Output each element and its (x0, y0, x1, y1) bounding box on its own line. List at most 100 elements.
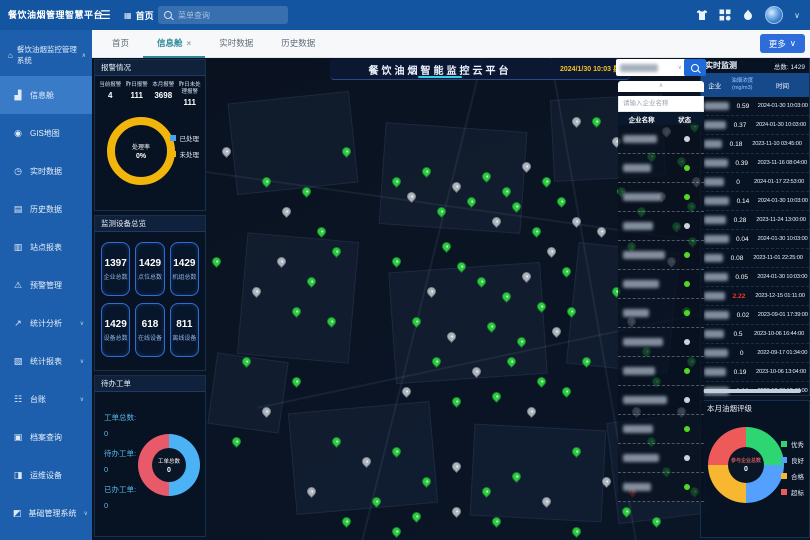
device-card: 811离线设备 (170, 303, 199, 357)
sidebar-item-label: 站点报表 (30, 242, 62, 253)
menu-search[interactable] (158, 6, 288, 24)
company-name-input[interactable] (618, 96, 704, 112)
chevron-down-icon[interactable]: ∨ (794, 11, 800, 20)
table-row[interactable]: 0.082023-11-01 22:25:00 (701, 249, 809, 268)
realtime-panel: 实时监测 总数: 1429 企业 油烟浓度(mg/m3) 时间 0.592024… (700, 57, 810, 396)
company-select[interactable]: ∨ (616, 59, 686, 76)
table-row[interactable]: 0.282023-11-24 13:00:00 (701, 211, 809, 230)
map-pin[interactable] (525, 405, 538, 418)
sidebar-item-stat-analysis[interactable]: ↗统计分析∨ (0, 304, 92, 342)
table-row[interactable]: 0.142024-01-30 10:03:00 (701, 192, 809, 211)
map-pin[interactable] (560, 265, 573, 278)
avatar[interactable] (765, 6, 783, 24)
map-pin[interactable] (340, 515, 353, 528)
company-row[interactable] (618, 212, 704, 241)
alarm-stat-value: 3698 (150, 91, 177, 100)
table-row[interactable]: 0.022023-09-01 17:39:00 (701, 306, 809, 325)
company-row[interactable] (618, 299, 704, 328)
shirt-icon[interactable] (696, 9, 708, 21)
map-pin[interactable] (490, 390, 503, 403)
sidebar-item-info[interactable]: ▟信息舱 (0, 76, 92, 114)
sidebar-item-alert-manage[interactable]: ⚠预警管理 (0, 266, 92, 304)
map-pin[interactable] (210, 255, 223, 268)
table-row[interactable]: 0.52023-10-06 16:44:00 (701, 325, 809, 344)
map-pin[interactable] (280, 205, 293, 218)
company-row[interactable] (618, 154, 704, 183)
map-pin[interactable] (230, 435, 243, 448)
sidebar-item-archive[interactable]: ▣档案查询 (0, 418, 92, 456)
map-pin[interactable] (390, 525, 403, 538)
tab-history[interactable]: 历史数据 (267, 30, 329, 56)
tab-info[interactable]: 信息舱× (143, 30, 205, 58)
table-row[interactable]: 0.182023-11-10 03:45:00 (701, 135, 809, 154)
collapse-handle[interactable]: ∧ (618, 81, 704, 92)
map-pin[interactable] (545, 245, 558, 258)
company-row[interactable] (618, 270, 704, 299)
map-pin[interactable] (535, 375, 548, 388)
device-card-label: 机组总数 (172, 272, 196, 281)
tab-realtime[interactable]: 实时数据 (205, 30, 267, 56)
company-row[interactable] (618, 328, 704, 357)
map-pin[interactable] (540, 175, 553, 188)
map-pin[interactable] (440, 240, 453, 253)
map-pin[interactable] (555, 195, 568, 208)
map-pin[interactable] (220, 145, 233, 158)
map-pin[interactable] (560, 385, 573, 398)
company-row[interactable] (618, 415, 704, 444)
table-row[interactable]: 02022-09-17 01:34:00 (701, 344, 809, 363)
company-row[interactable] (618, 125, 704, 154)
table-row[interactable]: 0.372024-01-30 10:03:00 (701, 116, 809, 135)
map-pin[interactable] (450, 395, 463, 408)
sidebar-item-history[interactable]: ▤历史数据 (0, 190, 92, 228)
close-icon[interactable]: × (187, 39, 192, 48)
horizontal-scrollbar[interactable] (703, 389, 801, 393)
map-pin[interactable] (390, 255, 403, 268)
map-pin[interactable] (570, 525, 583, 538)
sidebar-item-realtime[interactable]: ◷实时数据 (0, 152, 92, 190)
topbar-actions: ∨ (696, 0, 800, 30)
company-row[interactable] (618, 183, 704, 212)
apps-icon[interactable] (719, 9, 731, 21)
sidebar-item-stat-report[interactable]: ▧统计报表∨ (0, 342, 92, 380)
sidebar-system-header[interactable]: ⌂ 餐饮油烟监控管理系统 ∧ (0, 30, 92, 76)
map-pin[interactable] (530, 225, 543, 238)
table-row[interactable]: 0.592024-01-30 10:03:00 (701, 97, 809, 116)
sidebar-item-ops-device[interactable]: ◨运维设备 (0, 456, 92, 494)
map-pin[interactable] (410, 510, 423, 523)
menu-toggle-icon[interactable]: ☰ (100, 0, 111, 30)
company-row[interactable] (618, 473, 704, 502)
table-row[interactable]: 0.052024-01-30 10:03:00 (701, 268, 809, 287)
app-title: 餐饮油烟管理智慧平台 (8, 0, 103, 30)
map-pin[interactable] (550, 325, 563, 338)
table-row[interactable]: 0.042024-01-30 10:03:00 (701, 230, 809, 249)
table-row[interactable]: 2.222023-12-15 01:11:00 (701, 287, 809, 306)
company-row[interactable] (618, 241, 704, 270)
sidebar-item-ledger[interactable]: ☷台账∨ (0, 380, 92, 418)
map-pin[interactable] (400, 385, 413, 398)
table-row[interactable]: 02024-01-17 22:53:00 (701, 173, 809, 192)
menu-search-input[interactable] (176, 10, 270, 21)
company-search-button[interactable] (684, 59, 706, 76)
company-row[interactable] (618, 357, 704, 386)
company-row[interactable] (618, 444, 704, 473)
rating-panel: 本月油烟评级 参与企业总数 0 优秀良好合格超标 (700, 400, 810, 538)
sidebar-item-site-report[interactable]: ▥ 站点报表 (0, 228, 92, 266)
sidebar-item-gis[interactable]: ◉GIS地图 (0, 114, 92, 152)
home-icon: ⌂ (8, 51, 13, 60)
breadcrumb-home[interactable]: ▦ 首页 (124, 0, 154, 30)
map-pin[interactable] (315, 225, 328, 238)
sidebar-item-base-system[interactable]: ◩基础管理系统∨ (0, 494, 92, 532)
map-pin[interactable] (450, 505, 463, 518)
more-button[interactable]: 更多 ∨ (760, 34, 805, 53)
flame-icon[interactable] (742, 9, 754, 21)
company-row[interactable] (618, 386, 704, 415)
table-row[interactable]: 0.392023-11-16 08:04:00 (701, 154, 809, 173)
more-button-label: 更多 (769, 38, 786, 50)
map-pin[interactable] (290, 375, 303, 388)
base-system-icon: ◩ (13, 508, 22, 519)
table-row[interactable]: 0.192023-10-06 13:04:00 (701, 363, 809, 382)
selected-company-blurred (620, 64, 658, 72)
map-pin[interactable] (450, 460, 463, 473)
tab-home[interactable]: 首页 (98, 30, 143, 56)
site-report-icon: ▥ (13, 242, 23, 253)
